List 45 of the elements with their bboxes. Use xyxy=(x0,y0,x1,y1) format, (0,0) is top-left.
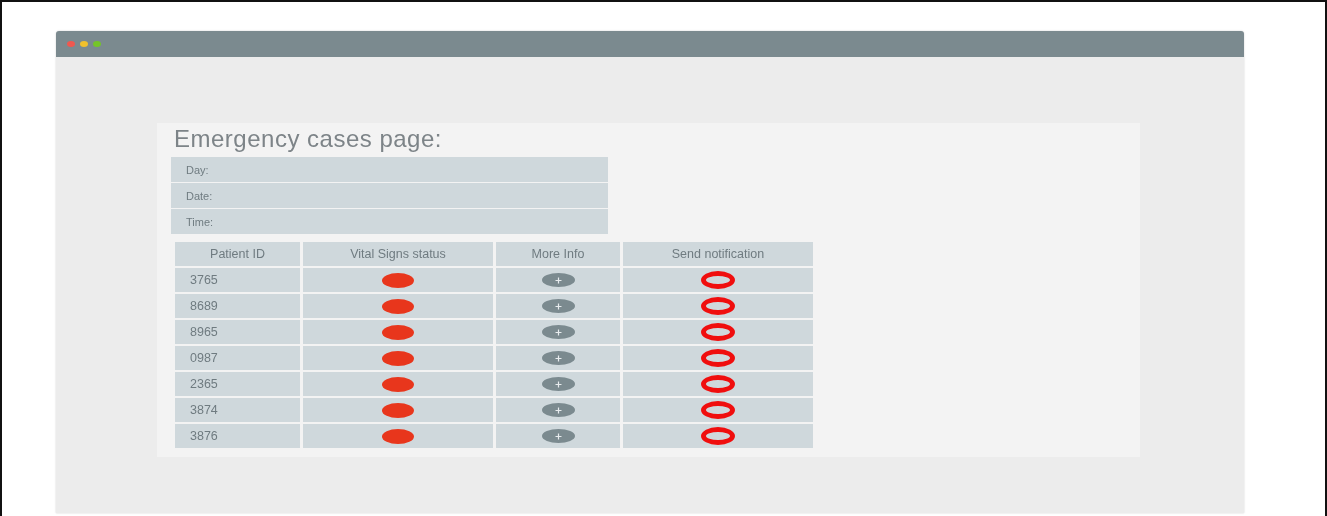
plus-icon xyxy=(554,380,562,388)
input-field[interactable]: Day: xyxy=(171,157,608,182)
input-field[interactable]: Date: xyxy=(171,183,608,208)
plus-icon xyxy=(554,276,562,284)
send-notification-button[interactable] xyxy=(701,323,735,341)
table-cell: 3876 xyxy=(175,424,300,448)
column-header: Patient ID xyxy=(175,242,300,266)
more-info-button[interactable] xyxy=(541,377,575,391)
status-dot-icon xyxy=(382,324,414,340)
maximize-icon[interactable] xyxy=(93,41,101,47)
plus-icon xyxy=(554,432,562,440)
minimize-icon[interactable] xyxy=(80,41,88,47)
more-info-button[interactable] xyxy=(541,325,575,339)
more-info-button[interactable] xyxy=(541,299,575,313)
send-notification-button[interactable] xyxy=(701,401,735,419)
page-title: Emergency cases page: xyxy=(173,124,443,154)
send-notification-button[interactable] xyxy=(701,297,735,315)
status-dot-icon xyxy=(382,376,414,392)
table-cell: 8965 xyxy=(175,320,300,344)
send-notification-button[interactable] xyxy=(701,375,735,393)
table-cell: 0987 xyxy=(175,346,300,370)
column-header: Vital Signs status xyxy=(303,242,493,266)
input-field[interactable]: Time: xyxy=(171,209,608,234)
plus-icon xyxy=(554,406,562,414)
status-dot-icon xyxy=(382,428,414,444)
more-info-button[interactable] xyxy=(541,273,575,287)
table-cell: 8689 xyxy=(175,294,300,318)
send-notification-button[interactable] xyxy=(701,427,735,445)
table-cell: 2365 xyxy=(175,372,300,396)
more-info-button[interactable] xyxy=(541,351,575,365)
plus-icon xyxy=(554,354,562,362)
send-notification-button[interactable] xyxy=(701,349,735,367)
plus-icon xyxy=(554,302,562,310)
more-info-button[interactable] xyxy=(541,429,575,443)
send-notification-button[interactable] xyxy=(701,271,735,289)
more-info-button[interactable] xyxy=(541,403,575,417)
column-header: More Info xyxy=(496,242,620,266)
status-dot-icon xyxy=(382,298,414,314)
table-cell: 3874 xyxy=(175,398,300,422)
status-dot-icon xyxy=(382,272,414,288)
status-dot-icon xyxy=(382,350,414,366)
column-header: Send notification xyxy=(623,242,813,266)
plus-icon xyxy=(554,328,562,336)
status-dot-icon xyxy=(382,402,414,418)
table-cell: 3765 xyxy=(175,268,300,292)
